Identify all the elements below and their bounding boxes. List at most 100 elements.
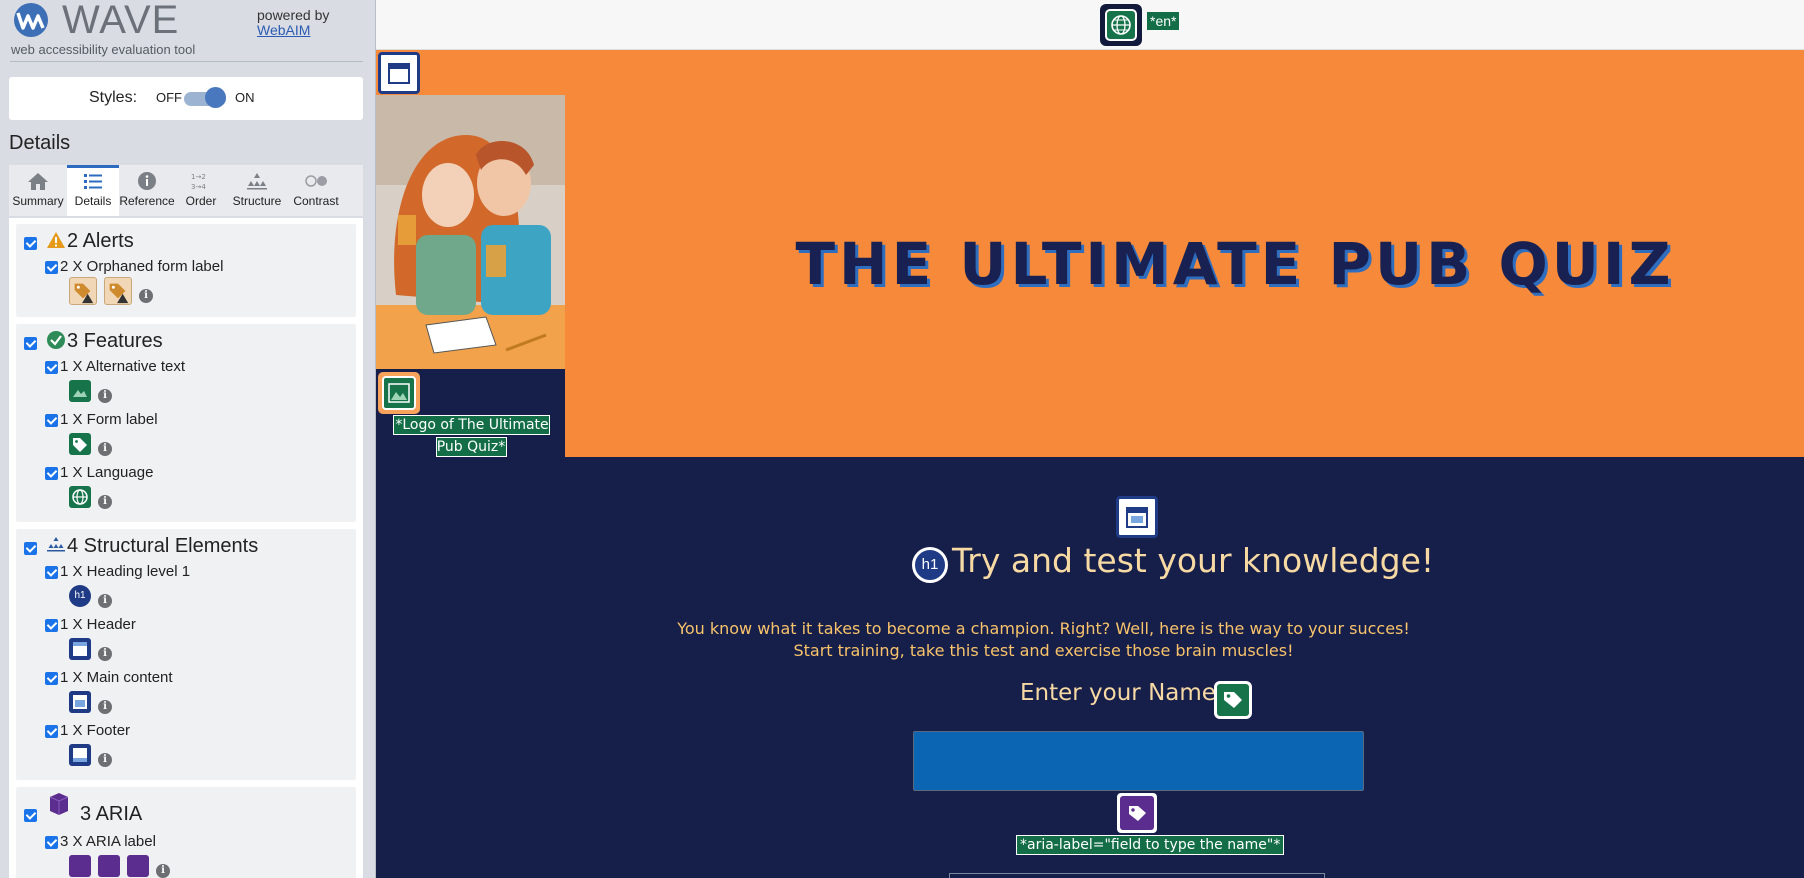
item-checkbox[interactable] (45, 619, 58, 632)
styles-label: Styles: (89, 89, 138, 106)
item-icons: i (69, 485, 112, 509)
main-heading: Try and test your knowledge! (952, 541, 1435, 580)
powered-by-text: powered by (257, 7, 330, 23)
alerts-checkbox[interactable] (24, 237, 37, 250)
item-icons: i (69, 432, 112, 456)
item-checkbox[interactable] (45, 467, 58, 480)
next-section-outline (949, 873, 1325, 878)
tab-structure[interactable]: Structure (227, 165, 287, 216)
wave-wordmark: WAVE (62, 0, 180, 42)
info-icon[interactable]: i (98, 389, 112, 403)
item-checkbox[interactable] (45, 725, 58, 738)
header-region-icon[interactable] (69, 638, 91, 660)
features-group: 3 Features 1 X Alternative text i 1 X Fo… (16, 324, 356, 522)
main-region-icon[interactable] (69, 691, 91, 713)
aria-tag-icon (1120, 796, 1154, 830)
intro-line-1: You know what it takes to become a champ… (677, 619, 1410, 638)
aria-label-tag: *aria-label="field to type the name"* (1015, 835, 1285, 855)
tab-summary-label: Summary (12, 194, 64, 208)
webaim-link[interactable]: WebAIM (257, 23, 329, 38)
main-region-icon[interactable] (1116, 496, 1158, 538)
tab-summary[interactable]: Summary (9, 165, 67, 216)
alt-text-caption: *Logo of The Ultimate Pub Quiz* (384, 414, 559, 458)
item-label: 1 X Header (60, 616, 136, 633)
globe-icon (1105, 9, 1137, 41)
svg-text:3→4: 3→4 (191, 183, 206, 191)
info-icon[interactable]: i (139, 289, 153, 303)
tab-contrast-label: Contrast (293, 194, 339, 208)
item-checkbox[interactable] (45, 672, 58, 685)
language-icon[interactable] (69, 486, 91, 508)
image-icon (382, 376, 416, 410)
item-label: 3 X ARIA label (60, 833, 156, 850)
info-icon[interactable]: i (98, 753, 112, 767)
structure-title: 4 Structural Elements (67, 535, 259, 557)
list-item: 1 X Main content i (16, 665, 356, 718)
aria-checkbox[interactable] (24, 809, 37, 822)
aria-cube-icon (49, 793, 69, 815)
heading-h1-icon[interactable]: h1 (912, 547, 948, 583)
footer-region-icon[interactable] (69, 744, 91, 766)
form-label-icon[interactable] (69, 433, 91, 455)
item-icons: i (69, 690, 112, 714)
info-icon[interactable]: i (156, 864, 170, 878)
header-divider (10, 61, 363, 62)
heading-h1-icon[interactable]: h1 (69, 585, 91, 607)
structure-icon (247, 173, 267, 190)
item-label: 1 X Form label (60, 411, 158, 428)
list-item: 1 X Footer i (16, 718, 356, 771)
list-item: 1 X Alternative text i (16, 354, 356, 407)
item-checkbox[interactable] (45, 566, 58, 579)
page-topbar: *en* (376, 0, 1804, 50)
item-icons: i (69, 743, 112, 767)
wave-tagline: web accessibility evaluation tool (11, 42, 196, 57)
styles-off-label: OFF (156, 90, 182, 105)
item-checkbox[interactable] (45, 361, 58, 374)
alt-text-badge[interactable] (378, 372, 420, 414)
info-icon[interactable]: i (98, 495, 112, 509)
item-label: 1 X Footer (60, 722, 131, 739)
structure-checkbox[interactable] (24, 542, 37, 555)
page-header: *Logo of The Ultimate Pub Quiz* THE ULTI… (376, 50, 1804, 457)
info-icon[interactable]: i (98, 594, 112, 608)
info-icon[interactable]: i (98, 700, 112, 714)
info-icon[interactable]: i (98, 647, 112, 661)
aria-label-icon[interactable] (69, 855, 91, 877)
styles-toggle-knob[interactable] (205, 87, 226, 108)
form-label-icon[interactable] (1214, 681, 1252, 719)
item-icons: i (69, 854, 170, 878)
item-checkbox[interactable] (45, 261, 58, 274)
tab-details[interactable]: Details (67, 165, 119, 216)
list-item: 1 X Header i (16, 612, 356, 665)
name-input[interactable] (913, 731, 1364, 791)
orphaned-label-icon[interactable] (69, 277, 97, 305)
intro-line-2: Start training, take this test and exerc… (793, 641, 1294, 660)
tab-contrast[interactable]: Contrast (287, 165, 345, 216)
tab-reference[interactable]: Reference (119, 165, 175, 216)
info-icon[interactable]: i (98, 442, 112, 456)
orphaned-label-icon[interactable] (104, 277, 132, 305)
tab-reference-label: Reference (119, 194, 175, 208)
styles-toggle-panel: Styles: OFF ON (9, 77, 363, 120)
feature-check-icon (47, 331, 65, 349)
item-checkbox[interactable] (45, 836, 58, 849)
aria-label-icon[interactable] (1117, 793, 1157, 833)
alt-text-icon[interactable] (69, 380, 91, 402)
header-region-icon[interactable] (378, 52, 420, 94)
quiz-title: THE ULTIMATE PUB QUIZ (795, 230, 1675, 298)
aria-label-icon[interactable] (127, 855, 149, 877)
order-icon: 1→2 3→4 (191, 173, 206, 191)
aria-label-icon[interactable] (98, 855, 120, 877)
alerts-group: 2 Alerts 2 X Orphaned form label i (16, 224, 356, 317)
language-badge[interactable] (1100, 4, 1142, 46)
tab-order-label: Order (185, 194, 217, 208)
aria-header: 3 ARIA (16, 787, 356, 829)
structure-header: 4 Structural Elements (16, 529, 356, 559)
alt-text-caption-text: *Logo of The Ultimate Pub Quiz* (393, 415, 550, 457)
item-checkbox[interactable] (45, 414, 58, 427)
tab-order[interactable]: 1→2 3→4 Order (175, 165, 227, 216)
item-icons: h1 i (69, 584, 112, 608)
features-checkbox[interactable] (24, 337, 37, 350)
features-header: 3 Features (16, 324, 356, 354)
tab-details-label: Details (74, 194, 112, 208)
